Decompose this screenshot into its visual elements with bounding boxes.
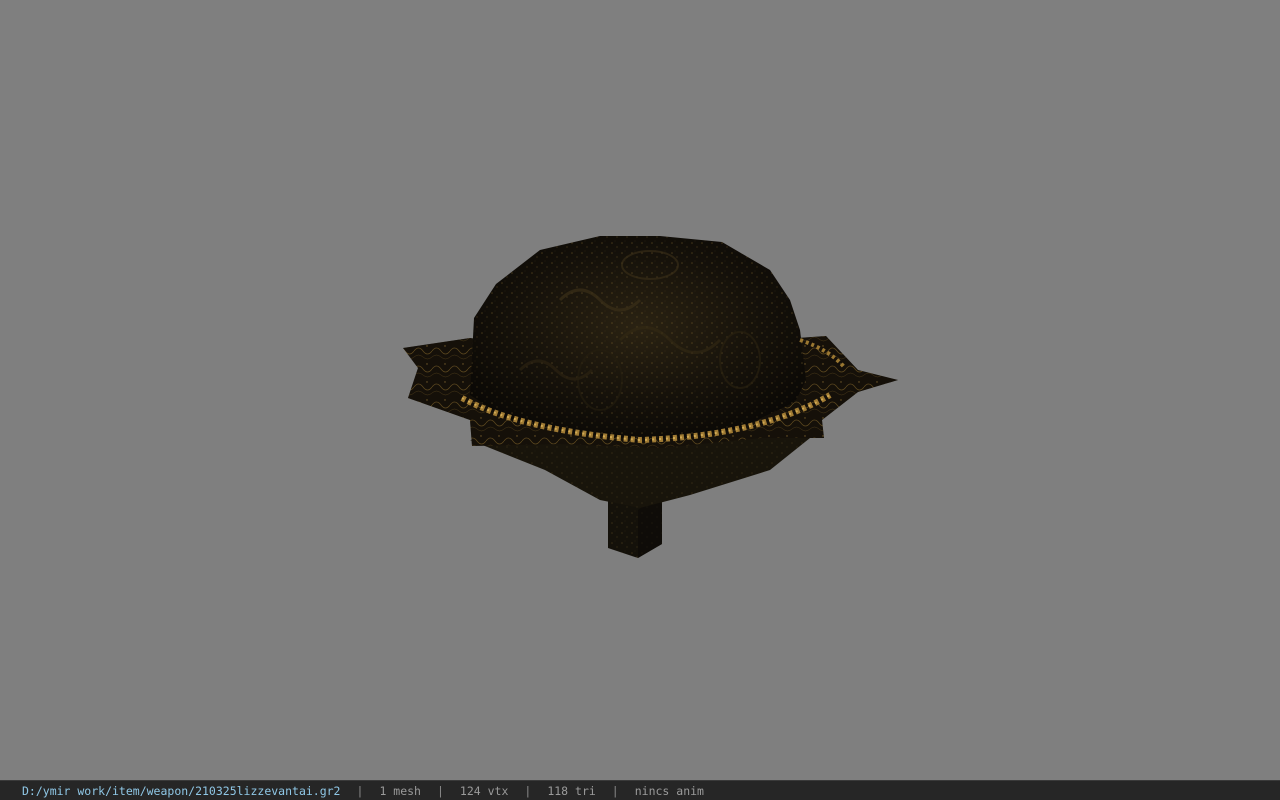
triangle-count: 118 tri — [547, 783, 596, 798]
separator: | — [524, 783, 532, 798]
animation-status: nincs anim — [634, 783, 704, 798]
status-bar: D:/ymir work/item/weapon/210325lizzevant… — [0, 780, 1280, 800]
vertex-count: 124 vtx — [459, 783, 509, 798]
separator: | — [436, 783, 444, 798]
file-path: D:/ymir work/item/weapon/210325lizzevant… — [22, 783, 341, 798]
separator: | — [611, 783, 619, 798]
model-dome — [470, 236, 806, 438]
3d-viewport[interactable] — [0, 0, 1280, 780]
separator: | — [356, 783, 364, 798]
mesh-count: 1 mesh — [379, 783, 421, 798]
3d-weapon-model[interactable] — [0, 0, 1280, 780]
